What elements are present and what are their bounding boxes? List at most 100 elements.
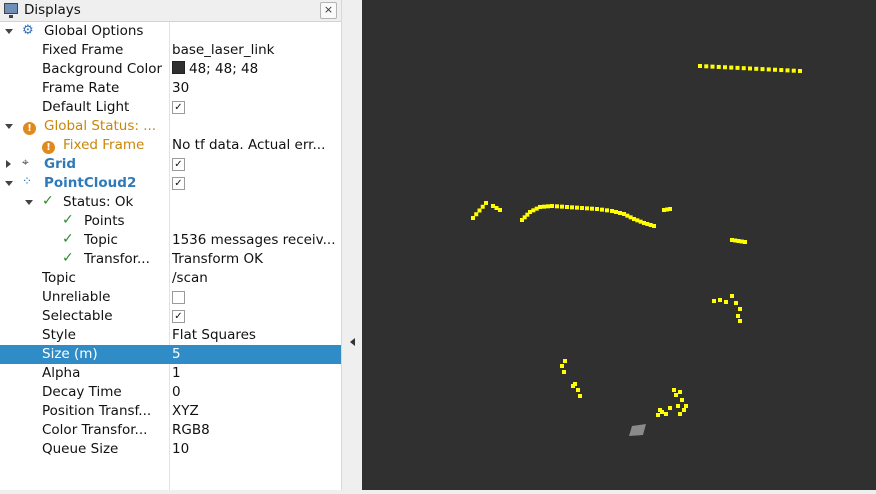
panel-titlebar: Displays × <box>0 0 341 22</box>
grid-icon: ⌖ <box>22 155 29 169</box>
prop-default-light[interactable]: Default Light ✓ <box>0 98 341 117</box>
expand-arrow-icon[interactable] <box>5 181 13 186</box>
scan-point <box>684 404 688 408</box>
prop-decay-time[interactable]: Decay Time 0 <box>0 383 341 402</box>
prop-unreliable[interactable]: Unreliable <box>0 288 341 307</box>
prop-fixed-frame[interactable]: Fixed Frame base_laser_link <box>0 41 341 60</box>
expand-arrow-icon[interactable] <box>5 124 13 129</box>
scan-point <box>779 68 784 73</box>
scan-point <box>680 398 684 402</box>
scan-point <box>590 206 594 211</box>
scan-point <box>575 205 579 210</box>
expand-arrow-icon[interactable] <box>25 200 33 205</box>
scan-point <box>471 216 475 220</box>
prop-label: Decay Time <box>42 384 122 400</box>
scan-point <box>674 393 678 397</box>
prop-value[interactable]: Flat Squares <box>172 327 336 344</box>
scan-point <box>538 205 542 209</box>
scan-point <box>668 406 672 410</box>
panel-title: Displays <box>24 2 81 18</box>
prop-value[interactable]: /scan <box>172 270 336 287</box>
tree-row-global-options[interactable]: ⚙ Global Options <box>0 22 341 41</box>
scan-point <box>652 224 656 228</box>
pointcloud2-enable-checkbox[interactable]: ✓ <box>172 177 185 190</box>
status-transform[interactable]: ✓ Transfor... Transform OK <box>0 250 341 269</box>
color-value: 48; 48; 48 <box>189 61 259 77</box>
scan-point <box>773 67 777 72</box>
prop-position-transformer[interactable]: Position Transf... XYZ <box>0 402 341 421</box>
prop-value[interactable]: 48; 48; 48 <box>172 61 336 78</box>
grid-enable-checkbox[interactable]: ✓ <box>172 158 185 171</box>
scan-point <box>682 408 686 412</box>
scan-point <box>748 66 752 71</box>
prop-value[interactable]: 30 <box>172 80 336 97</box>
prop-label: Transfor... <box>84 251 150 267</box>
scan-point <box>729 65 734 70</box>
prop-label: Size (m) <box>42 346 98 362</box>
check-icon: ✓ <box>62 250 74 266</box>
status-fixed-frame[interactable]: ! Fixed Frame No tf data. Actual err... <box>0 136 341 155</box>
close-icon[interactable]: × <box>320 2 337 19</box>
prop-value[interactable]: 1 <box>172 365 336 382</box>
scan-point <box>760 67 765 72</box>
tree-row-grid[interactable]: ⌖ Grid ✓ <box>0 155 341 174</box>
color-swatch <box>172 61 185 74</box>
status-topic[interactable]: ✓ Topic 1536 messages receiv... <box>0 231 341 250</box>
scan-point <box>754 66 759 71</box>
prop-frame-rate[interactable]: Frame Rate 30 <box>0 79 341 98</box>
prop-queue-size[interactable]: Queue Size 10 <box>0 440 341 459</box>
prop-label: Topic <box>84 232 118 248</box>
scan-point <box>668 207 672 211</box>
prop-value[interactable]: 10 <box>172 441 336 458</box>
prop-selectable[interactable]: Selectable ✓ <box>0 307 341 326</box>
collapse-left-icon[interactable] <box>350 338 355 346</box>
unreliable-checkbox[interactable] <box>172 291 185 304</box>
prop-value[interactable]: base_laser_link <box>172 42 336 59</box>
tree-row-global-status[interactable]: ! Global Status: ... <box>0 117 341 136</box>
scan-point <box>480 204 485 209</box>
prop-value[interactable]: 5 <box>172 346 336 363</box>
scan-point <box>738 319 742 323</box>
prop-label: Alpha <box>42 365 81 381</box>
warning-icon: ! <box>23 119 36 135</box>
laser-scan-canvas[interactable] <box>362 0 876 490</box>
prop-background-color[interactable]: Background Color 48; 48; 48 <box>0 60 341 79</box>
scan-point <box>658 408 662 412</box>
tree-row-status-ok[interactable]: ✓ Status: Ok <box>0 193 341 212</box>
scan-point <box>474 212 479 217</box>
prop-value: No tf data. Actual err... <box>172 137 326 153</box>
tree-label: PointCloud2 <box>44 175 137 191</box>
scan-point <box>605 208 609 213</box>
scan-point <box>565 205 569 209</box>
status-points[interactable]: ✓ Points <box>0 212 341 231</box>
scan-point <box>614 210 618 214</box>
scan-point <box>678 390 682 394</box>
scan-point <box>676 404 680 408</box>
scan-point <box>798 69 802 73</box>
prop-label: Background Color <box>42 61 163 77</box>
prop-topic[interactable]: Topic /scan <box>0 269 341 288</box>
prop-color-transformer[interactable]: Color Transfor... RGB8 <box>0 421 341 440</box>
monitor-icon <box>4 3 18 18</box>
prop-value[interactable]: 0 <box>172 384 336 401</box>
prop-alpha[interactable]: Alpha 1 <box>0 364 341 383</box>
tree-row-pointcloud2[interactable]: ⁘ PointCloud2 ✓ <box>0 174 341 193</box>
selectable-checkbox[interactable]: ✓ <box>172 310 185 323</box>
prop-size[interactable]: Size (m) 5 <box>0 345 341 364</box>
expand-arrow-icon[interactable] <box>5 29 13 34</box>
panel-splitter[interactable] <box>341 0 363 490</box>
prop-style[interactable]: Style Flat Squares <box>0 326 341 345</box>
prop-value[interactable]: RGB8 <box>172 422 336 439</box>
prop-value[interactable]: XYZ <box>172 403 336 420</box>
scan-point <box>576 388 580 392</box>
scan-point <box>656 413 660 417</box>
scan-point <box>743 240 747 244</box>
default-light-checkbox[interactable]: ✓ <box>172 101 185 114</box>
prop-label: Color Transfor... <box>42 422 148 438</box>
scan-point <box>785 68 790 73</box>
scan-point <box>716 64 721 69</box>
collapse-arrow-icon[interactable] <box>6 160 11 168</box>
render-viewport-3d[interactable] <box>362 0 876 490</box>
scan-point <box>723 65 727 70</box>
scan-point <box>571 384 575 388</box>
